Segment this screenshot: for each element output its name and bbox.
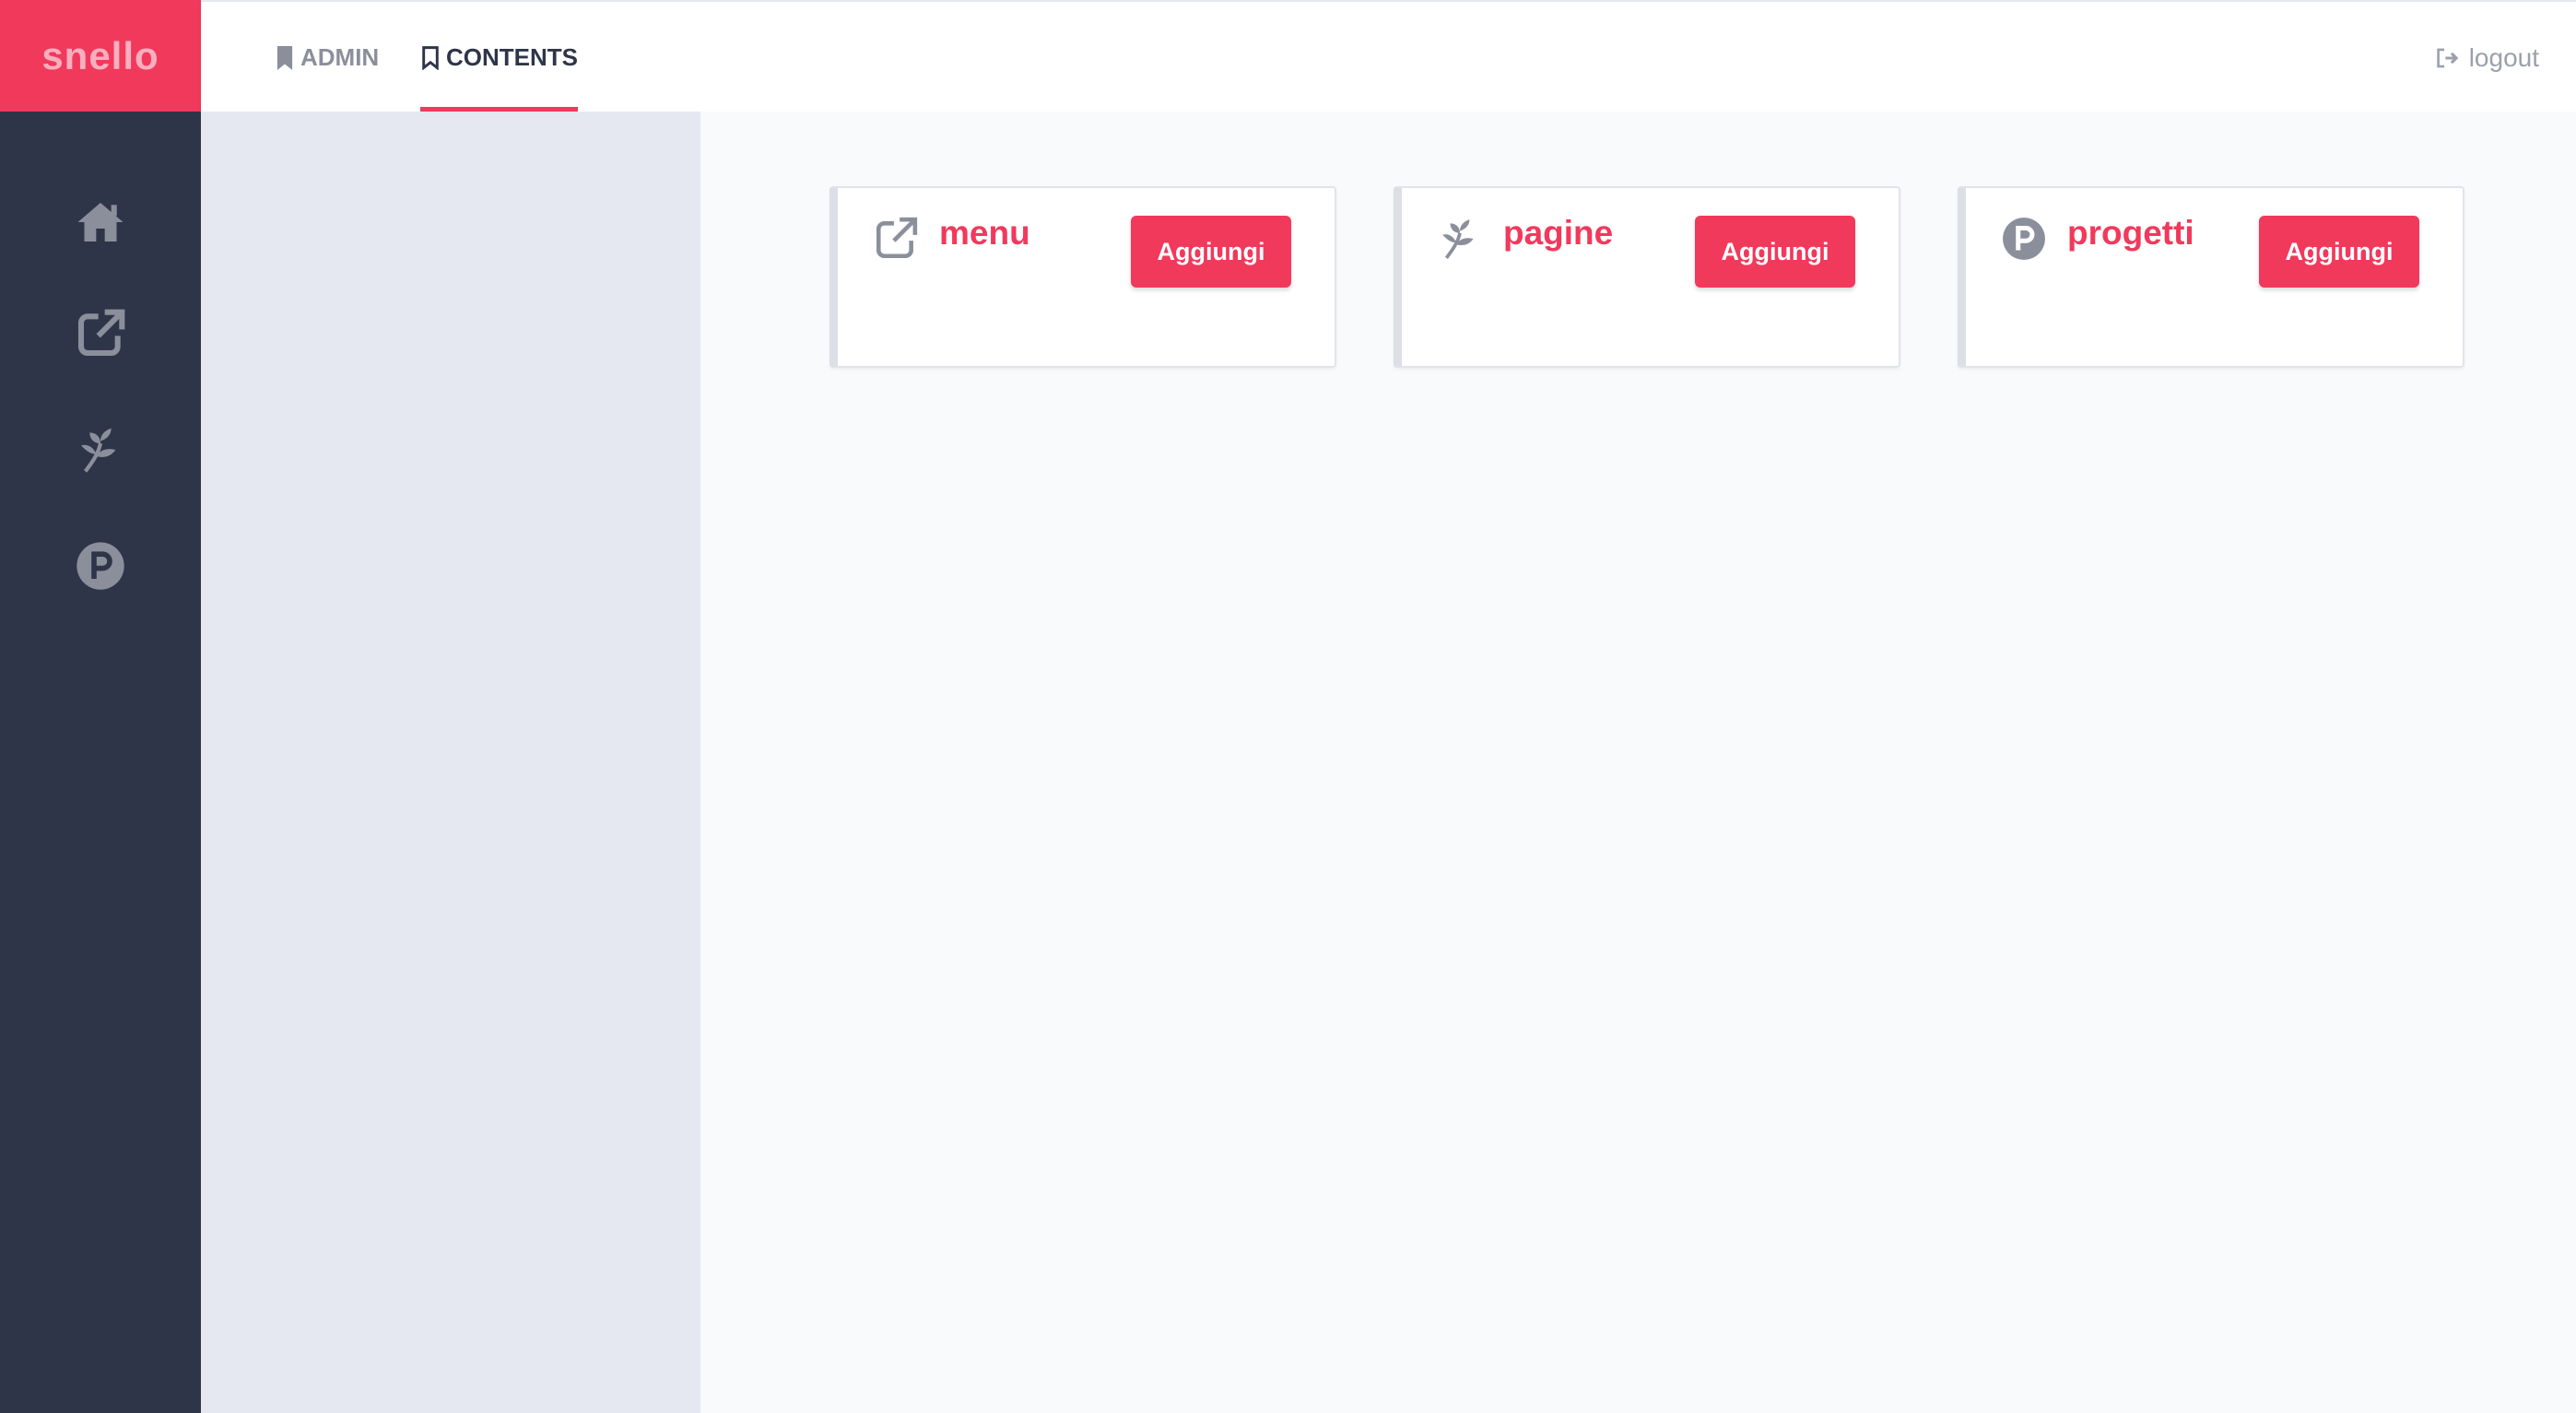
brand-logo-text: snello [41, 33, 159, 77]
content-card-progetti: progetti Aggiungi [1958, 186, 2464, 368]
sidebar-item-progetti[interactable] [0, 520, 201, 612]
external-link-icon [77, 309, 125, 357]
product-hunt-icon [76, 542, 124, 590]
brand-logo[interactable]: snello [0, 0, 201, 112]
logout-link[interactable]: logout [2436, 2, 2539, 113]
product-hunt-icon [2003, 218, 2045, 260]
add-pagine-button[interactable]: Aggiungi [1695, 216, 1855, 288]
card-title[interactable]: menu [939, 214, 1030, 253]
sidebar-item-pagine[interactable] [0, 404, 201, 496]
card-progetti-icon-wrap [2001, 216, 2047, 262]
card-pagine-icon-wrap [1437, 216, 1483, 262]
card-title[interactable]: pagine [1503, 214, 1613, 253]
tab-contents[interactable]: CONTENTS [420, 2, 578, 113]
content-card-menu: menu Aggiungi [829, 186, 1336, 368]
external-link-icon [876, 217, 918, 259]
tab-contents-label: CONTENTS [446, 43, 578, 71]
pagelines-icon [81, 428, 116, 473]
sidebar-item-menu[interactable] [0, 288, 201, 380]
add-progetti-button[interactable]: Aggiungi [2259, 216, 2419, 288]
secondary-panel [201, 112, 700, 1413]
tab-admin-label: ADMIN [300, 43, 380, 71]
home-icon [77, 203, 124, 241]
pagelines-icon [1442, 219, 1474, 259]
card-title[interactable]: progetti [2067, 214, 2194, 253]
logout-label: logout [2468, 42, 2539, 72]
bookmark-filled-icon [276, 45, 293, 70]
sign-out-icon [2437, 48, 2459, 67]
tab-admin[interactable]: ADMIN [275, 2, 379, 113]
card-menu-icon-wrap [873, 216, 919, 262]
content-card-pagine: pagine Aggiungi [1394, 186, 1900, 368]
sidebar [0, 112, 201, 1413]
main-content: menu Aggiungi pagine Aggiungi progetti A… [700, 112, 2576, 1413]
add-menu-button[interactable]: Aggiungi [1131, 216, 1291, 288]
sidebar-item-home[interactable] [0, 176, 201, 268]
top-navbar: ADMIN CONTENTS logout [201, 0, 2576, 113]
bookmark-outline-icon [422, 45, 439, 70]
